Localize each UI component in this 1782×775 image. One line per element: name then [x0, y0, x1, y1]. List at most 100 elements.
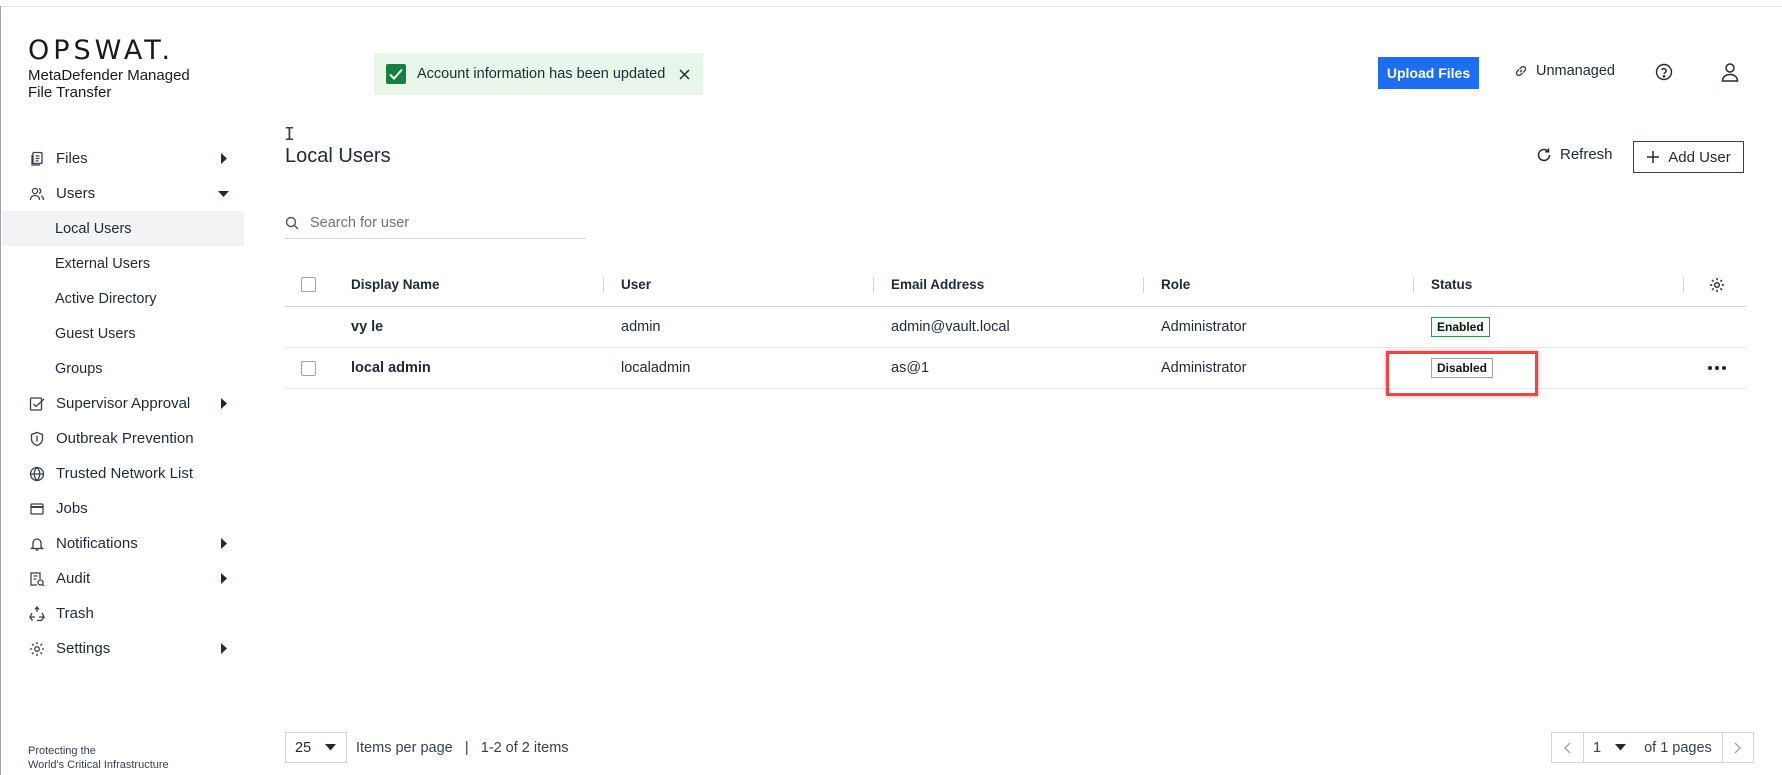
column-settings-cell — [1709, 263, 1725, 306]
left-window-edge — [0, 6, 1, 775]
cell-user: admin — [621, 319, 661, 335]
tagline-line-2: World's Critical Infrastructure — [28, 759, 169, 771]
globe-icon — [28, 465, 46, 483]
more-actions-icon[interactable] — [1708, 366, 1726, 370]
sidebar-item-trusted-network-list[interactable]: Trusted Network List — [2, 456, 244, 491]
users-table: Display Name User Email Address Role Sta… — [285, 263, 1746, 389]
status-badge: Enabled — [1431, 317, 1490, 337]
link-icon — [1515, 65, 1527, 77]
gear-icon[interactable] — [1709, 277, 1725, 293]
unmanaged-label: Unmanaged — [1536, 63, 1615, 79]
audit-icon — [28, 570, 46, 588]
status-badge: Disabled — [1431, 358, 1494, 378]
row-actions-cell — [1708, 348, 1726, 388]
sidebar-item-label: Notifications — [56, 535, 138, 552]
sidebar-item-label: Users — [56, 185, 96, 202]
sidebar-item-jobs[interactable]: Jobs — [2, 491, 244, 526]
table-header-row: Display Name User Email Address Role Sta… — [285, 263, 1746, 307]
refresh-button[interactable]: Refresh — [1536, 146, 1613, 163]
sidebar-item-supervisor-approval[interactable]: Supervisor Approval — [2, 386, 244, 421]
sidebar-item-trash[interactable]: Trash — [2, 596, 244, 631]
per-page-label: Items per page — [356, 740, 453, 756]
upload-files-button[interactable]: Upload Files — [1378, 57, 1479, 89]
sidebar-item-label: Trash — [56, 605, 94, 622]
sidebar-item-label: Audit — [56, 570, 91, 587]
sidebar-subitem-guest-users[interactable]: Guest Users — [2, 316, 244, 351]
sidebar-item-label: Trusted Network List — [56, 465, 193, 482]
sidebar-item-users[interactable]: Users — [2, 176, 244, 211]
sidebar-item-files[interactable]: Files — [2, 141, 244, 176]
sidebar-subitem-external-users[interactable]: External Users — [2, 246, 244, 281]
search-input[interactable] — [310, 215, 570, 231]
next-page-button[interactable] — [1721, 733, 1753, 762]
select-all-checkbox[interactable] — [301, 277, 316, 292]
of-pages-label: of 1 pages — [1644, 739, 1712, 756]
column-header-user[interactable]: User — [621, 263, 651, 306]
chevron-left-icon — [1564, 742, 1571, 753]
column-divider — [603, 277, 604, 293]
row-checkbox[interactable] — [301, 360, 316, 376]
caret-right-icon — [221, 643, 227, 654]
shield-icon — [28, 430, 46, 448]
user-profile-icon[interactable] — [1721, 62, 1739, 82]
sidebar-item-label: Jobs — [56, 500, 88, 517]
pagination-summary: Items per page | 1-2 of 2 items — [356, 740, 569, 756]
top-divider — [0, 6, 1782, 7]
add-user-button[interactable]: Add User — [1633, 141, 1744, 173]
files-icon — [28, 150, 46, 168]
page-select[interactable]: 1 — [1583, 733, 1634, 762]
tagline: Protecting the World's Critical Infrastr… — [28, 744, 169, 772]
sidebar-subitem-local-users[interactable]: Local Users — [2, 211, 244, 246]
cell-role: Administrator — [1161, 319, 1247, 335]
caret-down-icon — [1615, 744, 1627, 751]
chevron-right-icon — [1734, 742, 1742, 753]
tagline-line-1: Protecting the — [28, 745, 96, 757]
help-icon[interactable] — [1655, 63, 1673, 81]
success-toast: Account information has been updated — [374, 53, 703, 95]
add-user-label: Add User — [1668, 148, 1731, 166]
sidebar-item-notifications[interactable]: Notifications — [2, 526, 244, 561]
refresh-label: Refresh — [1560, 146, 1613, 163]
users-icon — [28, 185, 46, 203]
sidebar-item-label: Files — [56, 150, 88, 167]
column-divider — [1413, 277, 1414, 293]
page-title: Local Users — [285, 145, 391, 167]
caret-right-icon — [221, 538, 227, 549]
column-divider — [873, 277, 874, 293]
caret-right-icon — [221, 398, 227, 409]
select-all-cell — [301, 263, 316, 306]
close-icon[interactable] — [677, 67, 691, 81]
toast-message: Account information has been updated — [417, 66, 666, 82]
items-per-page-select[interactable]: 25 — [285, 732, 347, 763]
cell-status: Disabled — [1431, 348, 1494, 388]
item-range-label: 1-2 of 2 items — [480, 740, 569, 756]
product-name: MetaDefender Managed File Transfer — [28, 67, 190, 101]
sidebar-nav: Files Users Local Users External Users A… — [2, 141, 244, 666]
caret-right-icon — [221, 573, 227, 584]
column-divider — [1143, 277, 1144, 293]
table-row[interactable]: vy le admin admin@vault.local Administra… — [285, 307, 1746, 348]
column-header-status[interactable]: Status — [1431, 263, 1472, 306]
column-header-role[interactable]: Role — [1161, 263, 1190, 306]
sidebar-item-outbreak-prevention[interactable]: Outbreak Prevention — [2, 421, 244, 456]
cell-display-name: local admin — [351, 360, 431, 376]
cell-email: admin@vault.local — [891, 319, 1010, 335]
prev-page-button[interactable] — [1552, 733, 1583, 762]
sidebar-item-settings[interactable]: Settings — [2, 631, 244, 666]
sidebar-subitem-groups[interactable]: Groups — [2, 351, 244, 386]
sidebar-item-audit[interactable]: Audit — [2, 561, 244, 596]
cell-user: localadmin — [621, 360, 691, 376]
caret-right-icon — [221, 153, 227, 164]
cell-email: as@1 — [891, 360, 930, 376]
search-icon — [285, 216, 299, 230]
cell-display-name: vy le — [351, 319, 384, 335]
table-row[interactable]: local admin localadmin as@1 Administrato… — [285, 348, 1746, 389]
caret-down-icon — [325, 744, 337, 751]
unmanaged-link[interactable]: Unmanaged — [1514, 63, 1615, 79]
column-header-email[interactable]: Email Address — [891, 263, 984, 306]
approval-icon — [28, 395, 46, 413]
jobs-icon — [28, 500, 46, 518]
column-header-display-name[interactable]: Display Name — [351, 263, 440, 306]
sidebar-item-label: Supervisor Approval — [56, 395, 191, 412]
sidebar-subitem-active-directory[interactable]: Active Directory — [2, 281, 244, 316]
